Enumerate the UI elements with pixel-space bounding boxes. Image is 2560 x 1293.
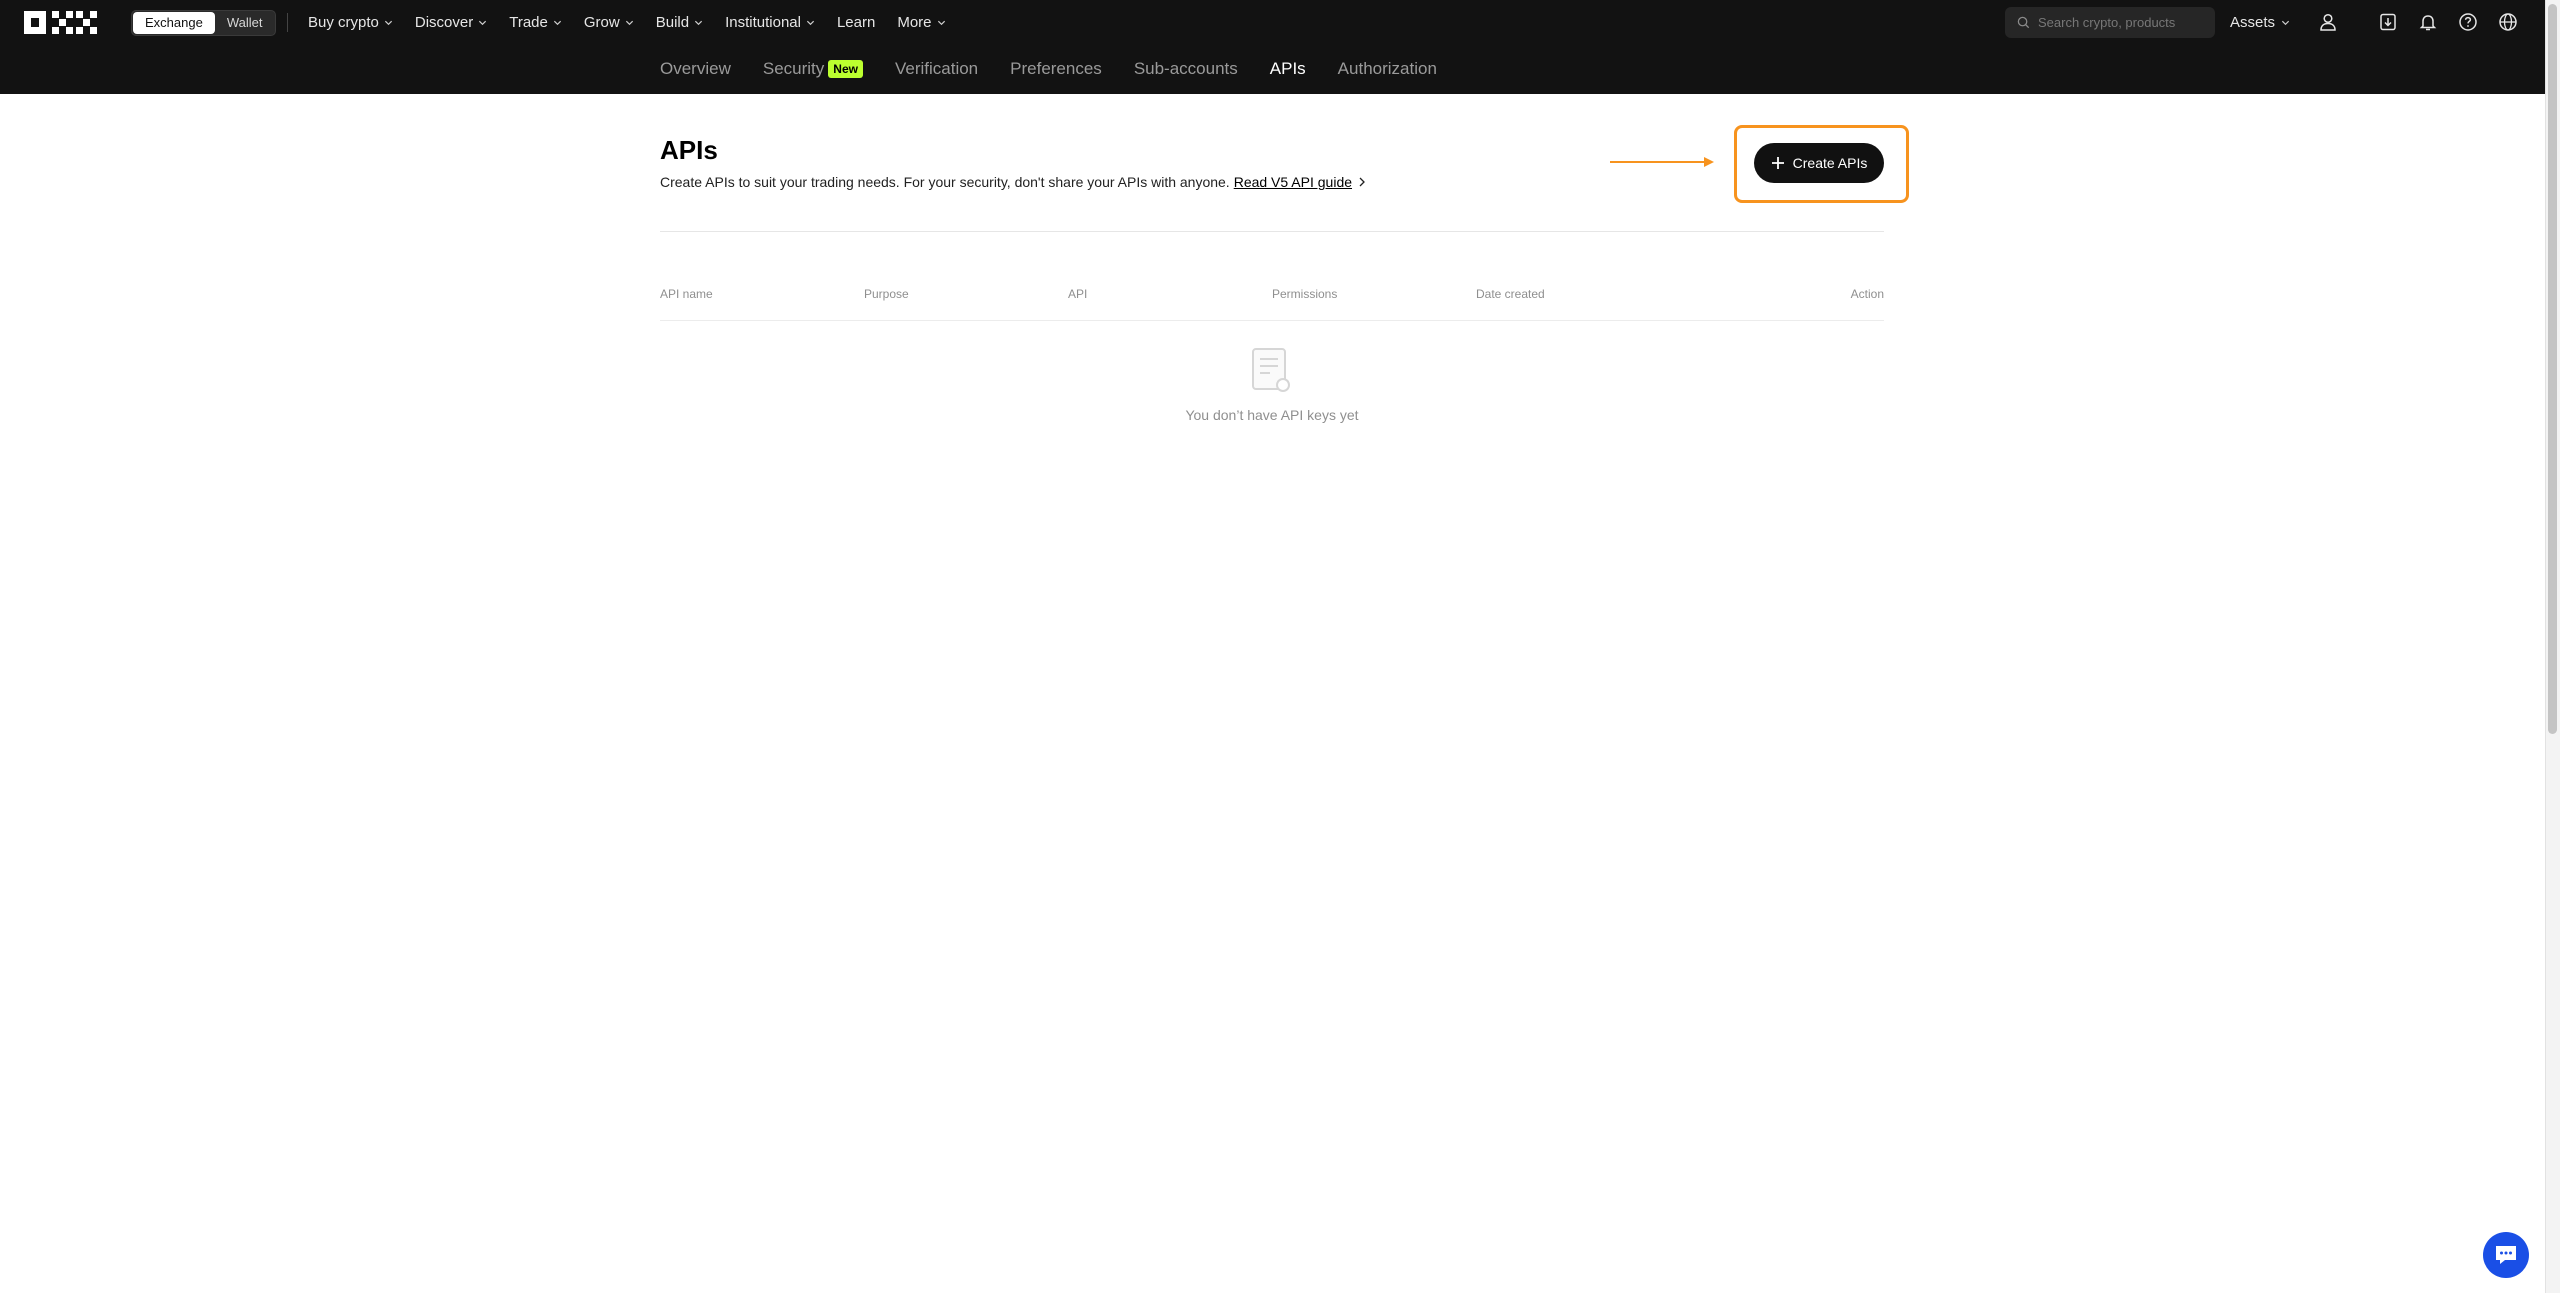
tab-label: Security (762, 59, 825, 78)
api-table-header: API name Purpose API Permissions Date cr… (660, 287, 1884, 321)
column-header-permissions: Permissions (1272, 287, 1338, 301)
chevron-down-icon (695, 20, 703, 25)
search-icon (2017, 16, 2030, 29)
nav-item-build[interactable]: Build (656, 14, 703, 31)
okx-logo[interactable] (24, 11, 104, 34)
chevron-down-icon (2281, 20, 2290, 25)
search-input[interactable] (2038, 15, 2208, 30)
chevron-down-icon (553, 20, 561, 25)
top-bar: Exchange Wallet Buy crypto Discover Trad… (0, 0, 2545, 44)
nav-item-label: Learn (836, 13, 876, 31)
empty-state-text: You don’t have API keys yet (1185, 407, 1359, 423)
column-header-action: Action (1850, 287, 1884, 301)
nav-item-trade[interactable]: Trade (509, 14, 562, 31)
exchange-mode-button[interactable]: Exchange (133, 12, 215, 34)
chevron-down-icon (479, 20, 487, 25)
help-icon[interactable] (2456, 10, 2480, 34)
nav-item-label: Buy crypto (308, 13, 379, 31)
search-box[interactable] (2005, 7, 2215, 38)
download-icon[interactable] (2376, 10, 2400, 34)
nav-item-label: More (897, 13, 932, 31)
column-header-api: API (1068, 287, 1088, 301)
create-apis-button[interactable]: Create APIs (1754, 143, 1884, 183)
nav-item-label: Institutional (725, 13, 801, 31)
nav-item-learn[interactable]: Learn (837, 14, 875, 31)
assets-label: Assets (2230, 13, 2276, 31)
tab-verification[interactable]: Verification (895, 59, 978, 79)
nav-item-more[interactable]: More (897, 14, 945, 31)
nav-item-label: Grow (583, 13, 620, 31)
chevron-down-icon (937, 20, 945, 25)
bell-icon[interactable] (2416, 10, 2440, 34)
chat-icon (2496, 1246, 2516, 1264)
tab-apis[interactable]: APIs (1270, 59, 1306, 79)
nav-item-label: Discover (414, 13, 474, 31)
api-guide-link[interactable]: Read V5 API guide (1234, 174, 1352, 190)
main-nav: Buy crypto Discover Trade Grow Build Ins… (308, 0, 968, 44)
column-header-api-name: API name (660, 287, 713, 301)
create-apis-label: Create APIs (1792, 155, 1868, 171)
tab-security[interactable]: Security New (763, 59, 863, 79)
nav-item-label: Build (655, 13, 690, 31)
new-badge: New (828, 60, 863, 78)
tab-preferences[interactable]: Preferences (1010, 59, 1102, 79)
chevron-down-icon (806, 20, 815, 25)
support-chat-button[interactable] (2483, 1232, 2529, 1278)
table-header-divider (660, 320, 1884, 321)
chevron-down-icon (384, 20, 392, 25)
page-description: Create APIs to suit your trading needs. … (660, 174, 1366, 190)
tab-overview[interactable]: Overview (660, 59, 731, 79)
top-header: Exchange Wallet Buy crypto Discover Trad… (0, 0, 2545, 94)
page-scrollbar-thumb[interactable] (2548, 4, 2557, 734)
column-header-date-created: Date created (1476, 287, 1545, 301)
tab-authorization[interactable]: Authorization (1338, 59, 1437, 79)
nav-item-discover[interactable]: Discover (415, 14, 487, 31)
nav-item-label: Trade (509, 13, 548, 31)
description-text: Create APIs to suit your trading needs. … (660, 174, 1230, 190)
nav-item-institutional[interactable]: Institutional (725, 14, 815, 31)
wallet-mode-button[interactable]: Wallet (215, 12, 275, 34)
globe-icon[interactable] (2496, 10, 2520, 34)
exchange-wallet-toggle: Exchange Wallet (131, 10, 277, 36)
tab-sub-accounts[interactable]: Sub-accounts (1134, 59, 1238, 79)
chevron-right-icon (1359, 177, 1365, 187)
chevron-down-icon (625, 20, 633, 25)
nav-item-grow[interactable]: Grow (584, 14, 634, 31)
assets-menu[interactable]: Assets (2230, 0, 2290, 44)
plus-icon (1771, 157, 1784, 169)
user-icon[interactable] (2316, 10, 2340, 34)
annotation-arrow (1610, 157, 1714, 167)
nav-item-buy-crypto[interactable]: Buy crypto (308, 14, 393, 31)
section-divider (660, 231, 1884, 232)
account-subnav: Overview Security New Verification Prefe… (660, 44, 1469, 94)
empty-document-icon (1252, 348, 1290, 392)
page-title: APIs (660, 135, 718, 165)
header-divider (287, 13, 288, 32)
column-header-purpose: Purpose (864, 287, 909, 301)
